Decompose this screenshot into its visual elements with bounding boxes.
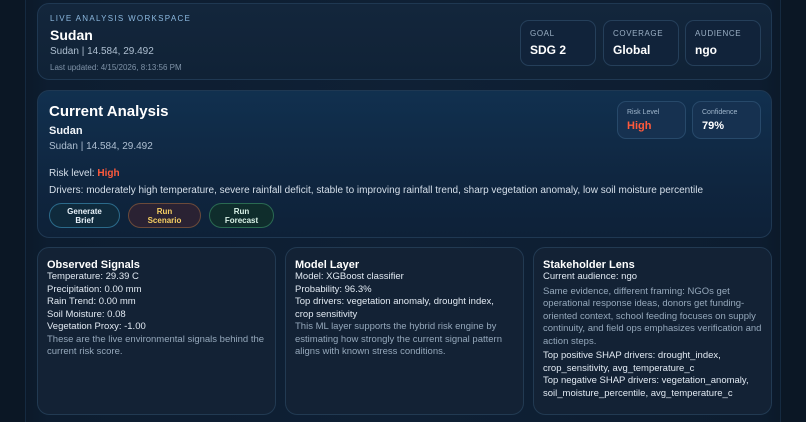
model-note: This ML layer supports the hybrid risk e… <box>295 321 502 357</box>
vegetation-proxy-value: Vegetation Proxy: -1.00 <box>47 321 146 332</box>
analysis-location: Sudan | 14.584, 29.492 <box>49 141 153 152</box>
left-frame <box>0 0 26 422</box>
confidence-label: Confidence <box>702 109 738 116</box>
run-forecast-button[interactable]: Run Forecast <box>209 203 274 228</box>
coverage-label: COVERAGE <box>613 29 664 38</box>
risk-card-label: Risk Level <box>627 109 660 116</box>
stakeholder-note: Same evidence, different framing: NGOs g… <box>543 285 762 347</box>
current-analysis-card: Current Analysis Sudan Sudan | 14.584, 2… <box>37 90 772 238</box>
app-page: LIVE ANALYSIS WORKSPACE Sudan Sudan | 14… <box>0 0 806 422</box>
coverage-stat: COVERAGE Global <box>603 20 679 66</box>
risk-card-value: High <box>627 120 652 132</box>
positive-shap-drivers: Top positive SHAP drivers: drought_index… <box>543 350 721 374</box>
rain-trend-value: Rain Trend: 0.00 mm <box>47 296 136 307</box>
soil-moisture-value: Soil Moisture: 0.08 <box>47 308 126 320</box>
negative-shap-drivers: Top negative SHAP drivers: vegetation_an… <box>543 375 749 399</box>
model-probability: Probability: 96.3% <box>295 283 372 295</box>
action-buttons: Generate Brief Run Scenario Run Forecast <box>49 203 274 228</box>
model-layer-panel: Model Layer Model: XGBoost classifier Pr… <box>285 247 524 415</box>
right-frame <box>780 0 806 422</box>
goal-value: SDG 2 <box>530 43 567 57</box>
goal-stat: GOAL SDG 2 <box>520 20 596 66</box>
temperature-value: Temperature: 29.39 C <box>47 271 139 282</box>
current-audience: Current audience: ngo <box>543 271 638 282</box>
run-scenario-button[interactable]: Run Scenario <box>128 203 201 228</box>
workspace-card: LIVE ANALYSIS WORKSPACE Sudan Sudan | 14… <box>37 3 772 80</box>
observed-note: These are the live environmental signals… <box>47 333 265 358</box>
precipitation-value: Precipitation: 0.00 mm <box>47 283 142 295</box>
model-top-drivers: Top drivers: vegetation anomaly, drought… <box>295 296 494 320</box>
observed-signals-panel: Observed Signals Temperature: 29.39 C Pr… <box>37 247 276 415</box>
model-title: Model Layer <box>295 259 360 271</box>
stakeholder-lens-panel: Stakeholder Lens Current audience: ngo S… <box>533 247 772 415</box>
coverage-value: Global <box>613 43 651 57</box>
audience-value: ngo <box>695 43 717 57</box>
stakeholder-title: Stakeholder Lens <box>543 259 635 271</box>
audience-stat: AUDIENCE ngo <box>685 20 761 66</box>
risk-level-line: Risk level: High <box>49 168 760 179</box>
model-name: Model: XGBoost classifier <box>295 271 404 282</box>
risk-level-value: High <box>97 168 120 179</box>
risk-level-prefix: Risk level: <box>49 168 98 179</box>
goal-label: GOAL <box>530 29 555 38</box>
risk-level-card: Risk Level High <box>617 101 686 139</box>
confidence-value: 79% <box>702 120 725 132</box>
drivers-text: Drivers: moderately high temperature, se… <box>49 185 704 196</box>
observed-title: Observed Signals <box>47 259 140 271</box>
generate-brief-button[interactable]: Generate Brief <box>49 203 120 228</box>
confidence-card: Confidence 79% <box>692 101 761 139</box>
audience-label: AUDIENCE <box>695 29 742 38</box>
